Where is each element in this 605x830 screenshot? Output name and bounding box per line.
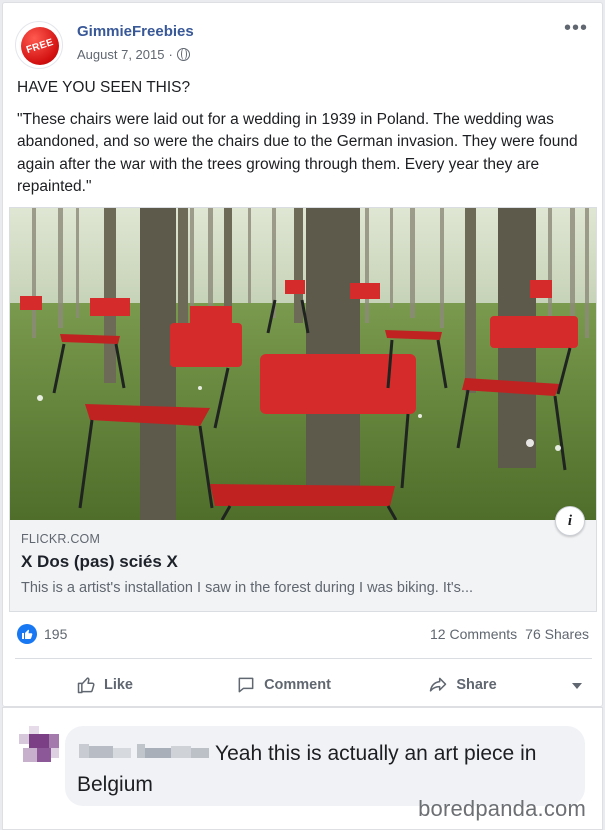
comment-icon [238, 677, 254, 693]
comment-text: Yeah this is actually an art piece in Be… [77, 742, 537, 796]
reactions-bar: 195 12 Comments 76 Shares [17, 623, 589, 645]
comment-bubble: Yeah this is actually an art piece in Be… [65, 726, 585, 806]
globe-icon [176, 48, 190, 61]
divider [15, 658, 592, 659]
comment-button[interactable]: Comment [194, 667, 373, 703]
post-header: FREE GimmieFreebies August 7, 2015 · ••• [15, 17, 592, 69]
info-icon[interactable]: i [555, 506, 585, 536]
post-headline: HAVE YOU SEEN THIS? [17, 79, 191, 96]
watermark: boredpanda.com [418, 796, 586, 821]
forest-chairs-photo [10, 208, 596, 520]
page-avatar[interactable]: FREE [15, 21, 63, 69]
share-options-dropdown[interactable] [552, 667, 592, 703]
like-label: Like [103, 677, 133, 693]
like-reaction-icon[interactable] [17, 624, 37, 644]
link-preview-card[interactable]: i FLICKR.COM X Dos (pas) sciés X This is… [9, 207, 597, 612]
action-bar: Like Comment Share [15, 663, 592, 707]
engagement-counts: 12 Comments 76 Shares [430, 626, 589, 642]
shares-count[interactable]: 76 Shares [525, 626, 589, 642]
link-description: This is a artist's installation I saw in… [21, 580, 473, 596]
facebook-post: FREE GimmieFreebies August 7, 2015 · •••… [2, 2, 603, 707]
chevron-down-icon [572, 683, 582, 689]
post-text: HAVE YOU SEEN THIS? "These chairs were l… [17, 77, 587, 199]
page-name-link[interactable]: GimmieFreebies [77, 23, 194, 40]
share-button[interactable]: Share [373, 667, 552, 703]
free-logo: FREE [21, 27, 59, 65]
link-preview-image[interactable] [10, 208, 596, 520]
share-arrow-icon [430, 677, 447, 692]
link-domain: FLICKR.COM [21, 532, 101, 546]
comment-label: Comment [264, 677, 331, 693]
like-count[interactable]: 195 [44, 626, 67, 642]
comments-count[interactable]: 12 Comments [430, 626, 517, 642]
post-body: "These chairs were laid out for a weddin… [17, 110, 578, 196]
post-meta: August 7, 2015 · [77, 47, 190, 62]
meta-separator: · [168, 47, 173, 62]
comment-section: Yeah this is actually an art piece in Be… [2, 707, 603, 830]
link-title[interactable]: X Dos (pas) sciés X [21, 552, 178, 572]
share-label: Share [456, 677, 497, 693]
thumbs-up-icon [77, 677, 95, 694]
like-button[interactable]: Like [15, 667, 194, 703]
post-date[interactable]: August 7, 2015 [77, 47, 164, 62]
more-options-icon[interactable]: ••• [564, 17, 588, 40]
commenter-avatar-pixelated[interactable] [19, 726, 59, 766]
